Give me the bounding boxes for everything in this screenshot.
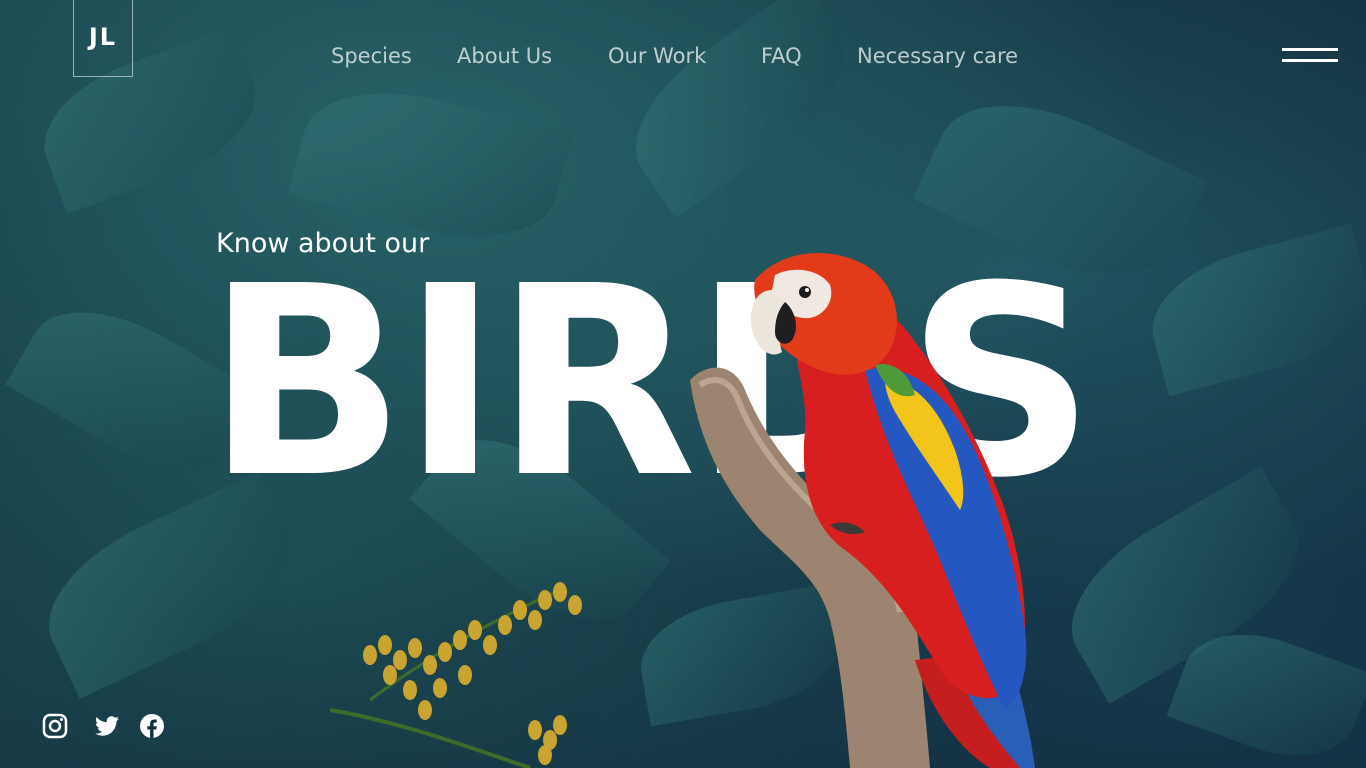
hamburger-menu-icon[interactable] bbox=[1282, 46, 1338, 64]
twitter-icon[interactable] bbox=[93, 712, 121, 740]
instagram-icon[interactable] bbox=[41, 712, 69, 740]
nav-item-necessary-care[interactable]: Necessary care bbox=[857, 44, 1018, 68]
nav-item-our-work[interactable]: Our Work bbox=[608, 44, 706, 68]
logo-text: JL bbox=[88, 23, 118, 51]
site-logo[interactable]: JL bbox=[73, 0, 133, 77]
nav-item-species[interactable]: Species bbox=[331, 44, 412, 68]
facebook-icon[interactable] bbox=[138, 712, 166, 740]
parrot-image bbox=[690, 253, 1035, 768]
nav-item-faq[interactable]: FAQ bbox=[761, 44, 802, 68]
yellow-flowers-image bbox=[330, 582, 582, 768]
nav-item-about-us[interactable]: About Us bbox=[457, 44, 552, 68]
